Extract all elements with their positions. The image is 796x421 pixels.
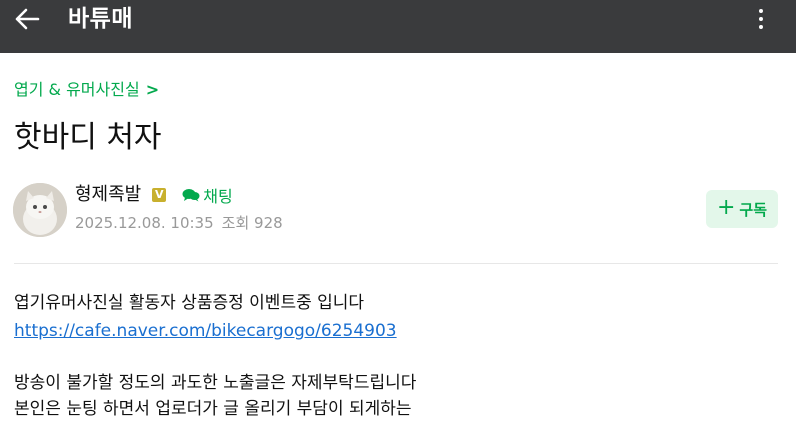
more-vertical-icon-dot	[759, 25, 763, 29]
avatar[interactable]	[13, 183, 67, 237]
author-avatar-image	[13, 183, 67, 237]
body-text-line: 본인은 눈팅 하면서 업로더가 글 올리기 부담이 되게하는	[14, 399, 412, 419]
body-text-line: 엽기유머사진실 활동자 상품증정 이벤트중 입니다	[14, 293, 365, 313]
post-date: 2025.12.08. 10:35	[75, 214, 214, 232]
body-text-line: 방송이 불가할 정도의 과도한 노출글은 자제부탁드립니다	[14, 373, 417, 393]
more-options-button[interactable]	[750, 5, 772, 33]
post-title: 핫바디 처자	[14, 120, 162, 155]
chat-button[interactable]: 채팅	[182, 183, 233, 207]
chat-label: 채팅	[203, 187, 233, 206]
chat-bubbles-icon	[182, 189, 200, 202]
back-button[interactable]	[12, 5, 42, 33]
subscribe-button[interactable]: + 구독	[706, 190, 778, 228]
board-name: 엽기 & 유머사진실	[14, 80, 140, 99]
author-row: 형제족발 V 채팅	[75, 183, 233, 207]
more-vertical-icon	[759, 9, 763, 13]
cafe-title[interactable]: 바튜매	[68, 4, 133, 34]
body-link[interactable]: https://cafe.naver.com/bikecargogo/62549…	[14, 319, 397, 343]
divider	[14, 263, 778, 264]
plus-icon: +	[716, 195, 736, 220]
post-meta: 2025.12.08. 10:35 조회 928	[75, 212, 283, 234]
board-link[interactable]: 엽기 & 유머사진실 >	[14, 79, 159, 101]
member-level-badge: V	[152, 188, 167, 202]
subscribe-label: 구독	[739, 200, 768, 219]
top-app-bar: 바튜매	[0, 0, 796, 53]
author-name[interactable]: 형제족발	[75, 183, 141, 207]
more-vertical-icon-dot	[759, 17, 763, 21]
arrow-left-icon	[15, 8, 40, 30]
chevron-right-icon: >	[145, 80, 160, 99]
view-count: 조회 928	[221, 214, 283, 232]
